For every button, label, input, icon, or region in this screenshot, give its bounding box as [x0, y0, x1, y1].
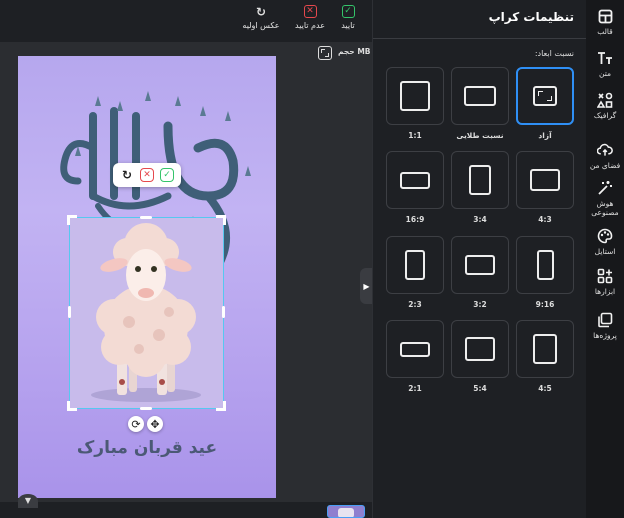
cloud-upload-icon	[597, 142, 613, 158]
ratio-label-3-2: 3:2	[473, 300, 487, 309]
sidebar-label-graphics: گرافیک	[593, 111, 617, 120]
chevron-right-icon: ▶	[363, 281, 370, 291]
ratio-9-16-shape-icon	[536, 250, 554, 280]
chevron-down-icon[interactable]: ▼	[18, 494, 38, 508]
page-thumbnail[interactable]	[327, 505, 365, 518]
crop-frame[interactable]	[67, 215, 226, 411]
sidebar-item-my-space[interactable]: فضای من	[586, 142, 624, 170]
crop-corner-bottom-right[interactable]	[216, 401, 226, 411]
sidebar-label-projects: پروژه‌ها	[593, 331, 617, 340]
top-toolbar: ✓ تایید ✕ عدم تایید ↻ عکس اولیه	[0, 0, 372, 42]
crop-settings-panel: تنظیمات کراپ نسبت ابعاد: آزاد نسبت طلایی…	[372, 0, 587, 518]
ratio-label-9-16: 9:16	[535, 300, 555, 309]
crop-edge-right[interactable]	[222, 306, 225, 318]
sidebar-label-style: استایل	[594, 247, 616, 256]
reset-icon: ↻	[255, 4, 267, 19]
sidebar-item-text[interactable]: متن	[586, 50, 624, 78]
original-image-button[interactable]: ↻ عکس اولیه	[238, 5, 284, 37]
tools-icon	[597, 268, 613, 284]
file-size-label: حجم MB	[338, 47, 371, 56]
check-icon: ✓	[341, 5, 355, 18]
ratio-3-2-shape-icon	[465, 255, 495, 275]
move-handle-icon[interactable]: ✥	[147, 416, 163, 432]
crop-edge-left[interactable]	[68, 306, 71, 318]
file-size-icon	[318, 46, 332, 60]
free-crop-icon	[533, 86, 557, 106]
ratio-label-16-9: 16:9	[405, 215, 425, 224]
sidebar-label-my-space: فضای من	[589, 161, 621, 170]
editor-area: ✓ تایید ✕ عدم تایید ↻ عکس اولیه حجم MB ع…	[0, 0, 372, 518]
ratio-4-3-shape-icon	[530, 169, 560, 191]
square-shape-icon	[400, 81, 430, 111]
sidebar-label-tools: ابزارها	[594, 287, 616, 296]
ratio-label-1-1: 1:1	[408, 131, 422, 140]
layout-icon	[597, 8, 613, 24]
divider	[373, 38, 587, 39]
sidebar-item-style[interactable]: استایل	[586, 228, 624, 256]
greeting-text[interactable]: عید قربان مبارک	[18, 438, 276, 458]
ratio-label-golden: نسبت طلایی	[456, 131, 504, 140]
reject-label: عدم تایید	[295, 21, 325, 30]
ratio-2-1-shape-icon	[400, 341, 430, 357]
sidebar-item-tools[interactable]: ابزارها	[586, 268, 624, 296]
ratio-label-2-1: 2:1	[408, 384, 422, 393]
golden-ratio-shape-icon	[464, 86, 496, 106]
sidebar-item-projects[interactable]: پروژه‌ها	[586, 312, 624, 340]
close-icon: ✕	[303, 5, 317, 18]
projects-icon	[597, 312, 613, 328]
sidebar-label-template: قالب	[597, 27, 613, 36]
crop-corner-bottom-left[interactable]	[67, 401, 77, 411]
sidebar-item-ai[interactable]: هوش مصنوعی	[586, 180, 624, 217]
ratio-label-free: آزاد	[538, 131, 552, 140]
crop-corner-top-left[interactable]	[67, 215, 77, 225]
text-icon	[597, 50, 613, 66]
crop-edge-top[interactable]	[140, 216, 152, 219]
ratio-label-5-4: 5:4	[473, 384, 487, 393]
reject-button[interactable]: ✕ عدم تایید	[292, 5, 328, 37]
ratio-label-3-4: 3:4	[473, 215, 487, 224]
panel-title: تنظیمات کراپ	[488, 10, 574, 24]
reject-crop-icon[interactable]: ✕	[140, 168, 154, 182]
sidebar-label-text: متن	[599, 69, 611, 78]
palette-icon	[597, 228, 613, 244]
magic-wand-icon	[597, 180, 613, 196]
sidebar-item-graphics[interactable]: گرافیک	[586, 92, 624, 120]
crop-corner-top-right[interactable]	[216, 215, 226, 225]
rotate-handle-icon[interactable]: ⟳	[128, 416, 144, 432]
sidebar-item-template[interactable]: قالب	[586, 8, 624, 36]
ratio-2-3-shape-icon	[405, 250, 425, 280]
sidebar-label-ai: هوش مصنوعی	[591, 199, 619, 217]
transform-handles: ⟳ ✥	[128, 416, 163, 432]
ratio-16-9-shape-icon	[400, 171, 430, 189]
ratio-label-4-3: 4:3	[538, 215, 552, 224]
crop-edge-bottom[interactable]	[140, 407, 152, 410]
main-sidebar: قالب متن گرافیک فضای من هوش مصنوعی استای…	[586, 0, 624, 518]
bottom-bar	[0, 502, 372, 518]
ratio-3-4-shape-icon	[469, 165, 491, 195]
aspect-ratio-label: نسبت ابعاد:	[534, 49, 574, 58]
ratio-label-2-3: 2:3	[408, 300, 422, 309]
approve-label: تایید	[341, 21, 355, 30]
original-image-label: عکس اولیه	[242, 21, 280, 30]
ratio-label-4-5: 4:5	[538, 384, 552, 393]
ratio-4-5-shape-icon	[533, 334, 557, 364]
rotate-icon[interactable]: ↻	[120, 168, 134, 182]
approve-crop-icon[interactable]: ✓	[160, 168, 174, 182]
shapes-icon	[597, 92, 613, 108]
crop-floating-toolbar: ↻ ✕ ✓	[113, 163, 181, 187]
approve-button[interactable]: ✓ تایید	[335, 5, 361, 37]
ratio-5-4-shape-icon	[465, 337, 495, 361]
